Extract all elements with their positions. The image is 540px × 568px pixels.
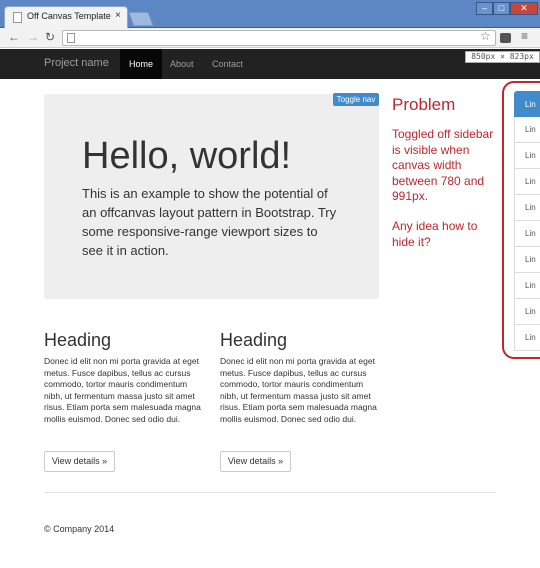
page-icon	[13, 12, 22, 23]
nav-contact[interactable]: Contact	[203, 49, 252, 79]
footer-text: © Company 2014	[44, 524, 115, 534]
extension-icon[interactable]	[500, 33, 511, 43]
reload-icon[interactable]: ↻	[45, 30, 55, 44]
toggle-nav-button[interactable]: Toggle nav	[333, 93, 379, 106]
forward-icon[interactable]: →	[27, 30, 39, 44]
footer-divider	[44, 492, 496, 493]
problem-question: Any idea how to hide it?	[392, 219, 478, 249]
tab-close-icon[interactable]: ×	[115, 10, 121, 21]
menu-icon[interactable]: ≡	[521, 29, 528, 43]
maximize-button[interactable]: □	[493, 2, 510, 15]
problem-text: Toggled off sidebar is visible when canv…	[392, 127, 494, 203]
close-window-button[interactable]: ✕	[510, 2, 538, 15]
column-text: Donec id elit non mi porta gravida at eg…	[220, 356, 377, 424]
page-icon	[67, 33, 75, 43]
page-content: Project name Home About Contact 850px × …	[0, 49, 540, 568]
browser-toolbar: ← → ↻ ☆ ≡	[0, 28, 540, 48]
highlight-annotation	[502, 81, 540, 359]
brand-link[interactable]: Project name	[44, 57, 109, 69]
new-tab-button[interactable]	[128, 12, 154, 26]
problem-title: Problem	[392, 95, 456, 114]
column-heading: Heading	[44, 330, 112, 350]
viewport-size-badge: 850px × 823px	[465, 51, 540, 63]
browser-tab[interactable]: Off Canvas Template for B ×	[4, 6, 128, 28]
nav-home[interactable]: Home	[120, 49, 163, 79]
bookmark-star-icon[interactable]: ☆	[480, 29, 491, 43]
view-details-button[interactable]: View details »	[44, 451, 115, 472]
nav-about[interactable]: About	[161, 49, 203, 79]
column-heading: Heading	[220, 330, 288, 350]
address-bar[interactable]	[62, 30, 496, 46]
column-text: Donec id elit non mi porta gravida at eg…	[44, 356, 201, 424]
view-details-button[interactable]: View details »	[220, 451, 291, 472]
jumbotron-title: Hello, world!	[82, 135, 292, 177]
jumbotron-text: This is an example to show the potential…	[82, 186, 337, 258]
back-icon[interactable]: ←	[8, 30, 20, 44]
top-navbar: Project name Home About Contact	[0, 49, 540, 79]
minimize-button[interactable]: –	[476, 2, 493, 15]
tab-title: Off Canvas Template for B	[27, 11, 111, 21]
window-titlebar: Off Canvas Template for B × – □ ✕	[0, 0, 540, 28]
